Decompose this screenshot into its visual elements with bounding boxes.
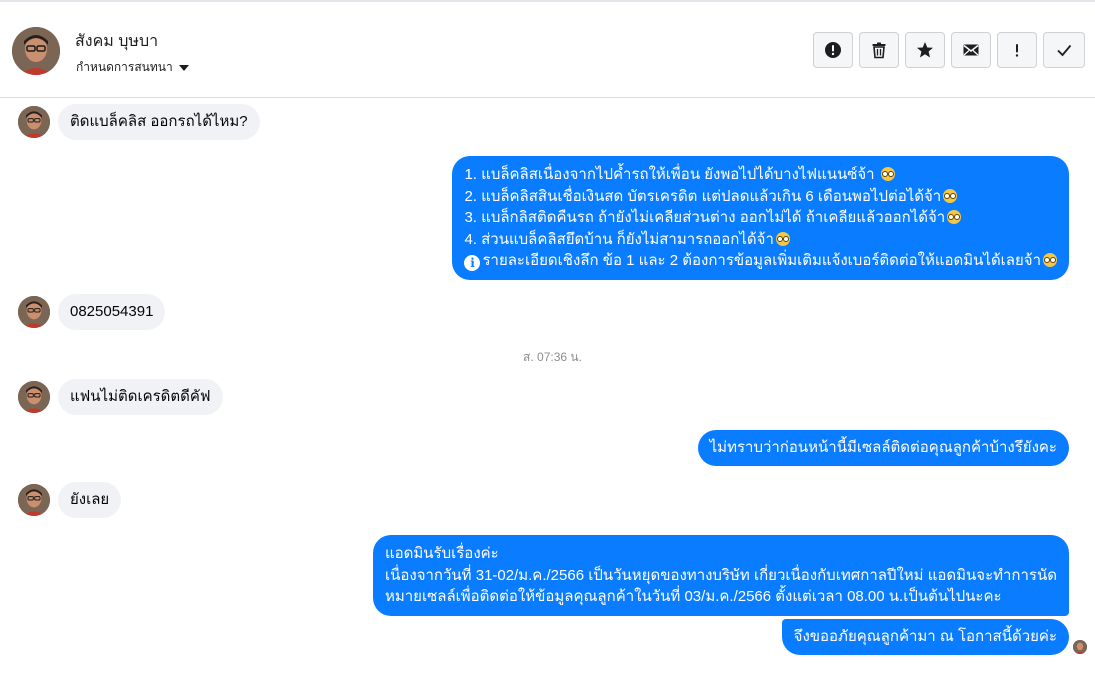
delete-button[interactable] — [859, 32, 899, 68]
message-timestamp: ส. 07:36 น. — [523, 350, 582, 364]
nerd-face-emoji-icon — [880, 167, 895, 181]
message-line: จึงขออภัยคุณลูกค้ามา ณ โอกาสนี้ด้วยค่ะ — [793, 628, 1057, 645]
message-line: รายละเอียดเชิงลึก ข้อ 1 และ 2 ต้องการข้อ… — [482, 252, 1041, 269]
done-button[interactable] — [1043, 32, 1085, 68]
message-thread: ติดแบล็คลิส ออกรถได้ไหม? 1. แบล็คลิสเนื่… — [0, 99, 1095, 683]
conversation-status-dropdown[interactable]: กำหนดการสนทนา — [76, 58, 189, 77]
info-emoji-icon: i — [464, 255, 481, 271]
nerd-face-emoji-icon — [775, 231, 790, 246]
star-button[interactable] — [905, 32, 945, 68]
sender-avatar[interactable] — [18, 484, 50, 516]
outgoing-message-bubble[interactable]: ไม่ทราบว่าก่อนหน้านี้มีเซลล์ติดต่อคุณลูก… — [697, 430, 1069, 466]
outgoing-message-bubble[interactable]: 1. แบล็คลิสเนื่องจากไปค้ำรถให้เพื่อน ยัง… — [452, 156, 1069, 280]
conversation-status-label: กำหนดการสนทนา — [76, 60, 173, 74]
message-line: เนื่องจากวันที่ 31-02/ม.ค./2566 เป็นวันห… — [384, 566, 1057, 584]
contact-avatar[interactable] — [12, 27, 60, 75]
star-icon — [917, 42, 933, 58]
sender-avatar[interactable] — [18, 106, 50, 138]
seen-indicator-avatar — [1073, 640, 1087, 654]
incoming-message-row: ยังเลย — [18, 482, 122, 518]
caret-down-icon — [178, 64, 189, 71]
incoming-message-bubble[interactable]: ยังเลย — [58, 482, 122, 518]
incoming-message-bubble[interactable]: แฟนไม่ติดเครดิตดีคัฟ — [58, 379, 223, 415]
sender-avatar[interactable] — [18, 296, 50, 328]
nerd-face-emoji-icon — [947, 210, 962, 224]
contact-name: สังคม บุษบา — [75, 33, 159, 50]
message-line: 3. แบล็กลิสติดคืนรถ ถ้ายังไม่เคลียส่วนต่… — [464, 209, 946, 226]
incoming-message-row: ติดแบล็คลิส ออกรถได้ไหม? — [18, 104, 260, 140]
message-line: หมายเซลล์เพื่อติดต่อให้ข้อมูลคุณลูกค้าใน… — [384, 588, 1002, 605]
mark-unread-button[interactable] — [951, 32, 991, 68]
exclamation-icon — [1015, 44, 1019, 57]
message-line: 1. แบล็คลิสเนื่องจากไปค้ำรถให้เพื่อน ยัง… — [464, 166, 875, 183]
check-icon — [1057, 44, 1072, 57]
sender-avatar[interactable] — [18, 381, 50, 413]
important-button[interactable] — [997, 32, 1037, 68]
nerd-face-emoji-icon — [1043, 253, 1057, 267]
outgoing-message-bubble[interactable]: แอดมินรับเรื่องค่ะ เนื่องจากวันที่ 31-02… — [372, 535, 1069, 616]
message-line: 4. ส่วนแบล็คลิสยึดบ้าน ก็ยังไม่สามารถออก… — [464, 230, 774, 248]
incoming-message-bubble[interactable]: 0825054391 — [58, 294, 166, 330]
outgoing-message-bubble[interactable]: จึงขออภัยคุณลูกค้ามา ณ โอกาสนี้ด้วยค่ะ — [781, 619, 1069, 655]
alert-circle-icon — [825, 42, 841, 58]
trash-icon — [872, 42, 886, 59]
incoming-message-bubble[interactable]: ติดแบล็คลิส ออกรถได้ไหม? — [58, 104, 260, 140]
conversation-toolbar — [813, 32, 1085, 68]
incoming-message-row: แฟนไม่ติดเครดิตดีคัฟ — [18, 379, 223, 415]
message-line: ไม่ทราบว่าก่อนหน้านี้มีเซลล์ติดต่อคุณลูก… — [709, 439, 1057, 456]
conversation-header: สังคม บุษบา กำหนดการสนทนา — [0, 2, 1095, 98]
incoming-message-row: 0825054391 — [18, 294, 166, 330]
message-line: 2. แบล็คลิสสินเชื่อเงินสด บัตรเครดิต แต่… — [464, 187, 942, 205]
envelope-icon — [963, 44, 979, 56]
message-line: แอดมินรับเรื่องค่ะ — [384, 545, 499, 562]
nerd-face-emoji-icon — [943, 188, 958, 203]
report-button[interactable] — [813, 32, 853, 68]
